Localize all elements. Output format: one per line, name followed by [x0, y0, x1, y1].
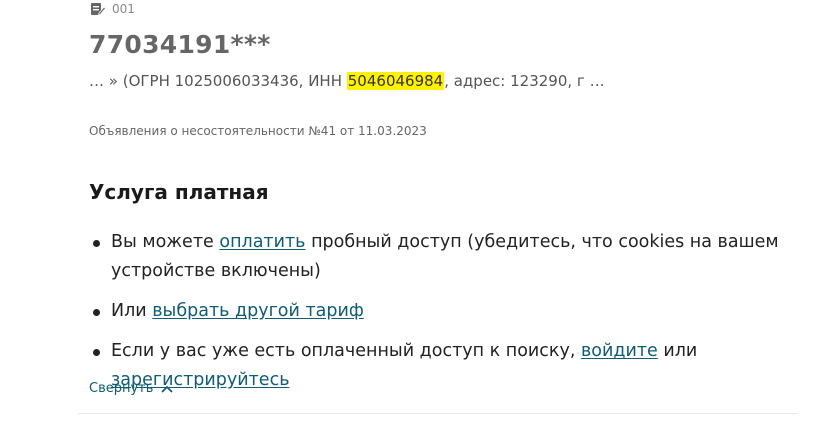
result-title[interactable]: 77034191*** — [89, 30, 271, 59]
bullet — [93, 240, 100, 247]
item1-text-before: Вы можете — [111, 232, 220, 252]
snippet-text-after: , адрес: 123290, г … — [444, 72, 605, 90]
result-meta: 001 — [90, 2, 135, 16]
result-code: 001 — [112, 2, 135, 16]
result-source: Объявления о несостоятельности №41 от 11… — [89, 124, 427, 138]
pay-link[interactable]: оплатить — [219, 232, 305, 252]
bullet — [93, 349, 100, 356]
list-item: Или выбрать другой тариф — [90, 297, 810, 326]
paywall-title: Услуга платная — [89, 180, 269, 204]
search-result-page: 001 77034191*** … » (ОГРН 1025006033436,… — [0, 0, 836, 425]
snippet-highlight: 5046046984 — [346, 72, 445, 90]
item3-text-before: Если у вас уже есть оплаченный доступ к … — [111, 341, 581, 361]
divider — [78, 413, 798, 414]
list-item: Если у вас уже есть оплаченный доступ к … — [90, 337, 810, 395]
collapse-button[interactable]: Свернуть — [89, 381, 174, 396]
list-item: Вы можете оплатить пробный доступ (убеди… — [90, 228, 810, 286]
login-link[interactable]: войдите — [581, 341, 658, 361]
item3-text-middle: или — [657, 341, 698, 361]
choose-tariff-link[interactable]: выбрать другой тариф — [152, 301, 364, 321]
document-edit-icon — [90, 2, 106, 16]
bullet — [93, 309, 100, 316]
snippet-text-before: … » (ОГРН 1025006033436, ИНН — [89, 72, 347, 90]
collapse-label: Свернуть — [89, 381, 154, 396]
chevron-up-icon — [161, 385, 174, 393]
result-snippet: … » (ОГРН 1025006033436, ИНН 5046046984,… — [89, 72, 605, 90]
paywall-options-list: Вы можете оплатить пробный доступ (убеди… — [90, 228, 810, 406]
item2-text-before: Или — [111, 301, 153, 321]
